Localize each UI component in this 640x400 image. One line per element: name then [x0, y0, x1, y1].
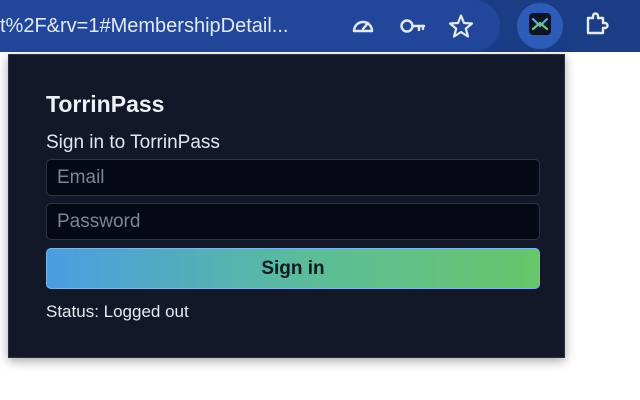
address-bar[interactable]: t%2F&rv=1#MembershipDetail... [0, 0, 500, 52]
speedometer-icon[interactable] [347, 10, 379, 42]
brand-title: TorrinPass [46, 91, 165, 117]
password-field[interactable] [46, 203, 540, 240]
star-icon[interactable] [445, 10, 477, 42]
torrinpass-extension-icon [528, 12, 552, 41]
extension-popup: TorrinPass Sign in to TorrinPass Sign in… [8, 54, 565, 358]
signin-button[interactable]: Sign in [46, 248, 540, 289]
status-text: Status: Logged out [46, 302, 189, 321]
email-field[interactable] [46, 159, 540, 196]
browser-toolbar: t%2F&rv=1#MembershipDetail... [0, 0, 640, 52]
signin-button-label: Sign in [261, 257, 325, 279]
puzzle-extension-icon [582, 10, 610, 43]
torrinpass-extension-button[interactable] [517, 3, 563, 49]
url-text[interactable]: t%2F&rv=1#MembershipDetail... [0, 0, 340, 52]
extensions-button[interactable] [573, 3, 619, 49]
key-icon[interactable] [397, 10, 429, 42]
signin-subtitle: Sign in to TorrinPass [46, 132, 220, 153]
